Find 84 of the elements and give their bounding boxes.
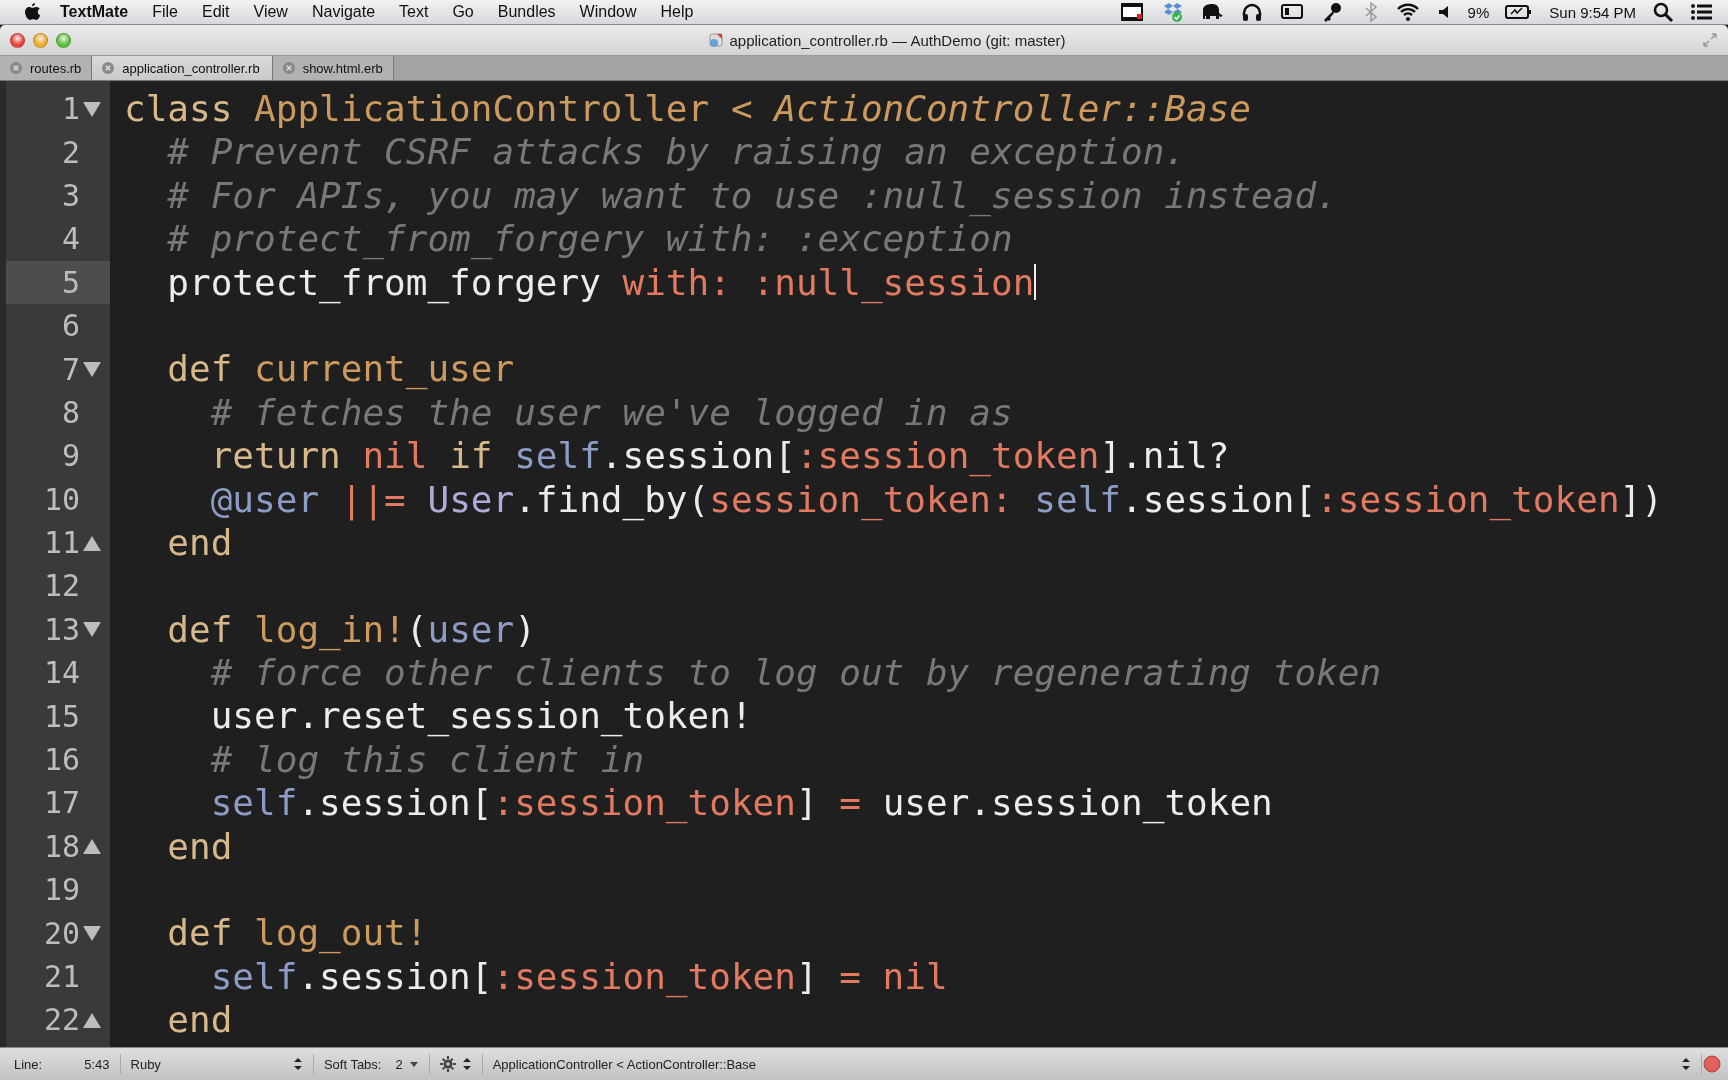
menu-item[interactable]: Help bbox=[648, 3, 706, 21]
line-number: 22 bbox=[43, 1002, 80, 1038]
line-number: 4 bbox=[61, 221, 80, 257]
line-number: 8 bbox=[61, 394, 80, 430]
menu-item[interactable]: Window bbox=[567, 3, 649, 21]
line-number: 9 bbox=[61, 438, 80, 474]
menu-item[interactable]: Edit bbox=[189, 3, 242, 21]
code-line: end bbox=[166, 998, 233, 1042]
fold-triangle-icon[interactable] bbox=[82, 360, 102, 379]
code-line: protect_from_forgery with: :null_session bbox=[166, 260, 1035, 304]
tab-size-selector[interactable]: 2 bbox=[395, 1056, 403, 1072]
file-tab[interactable]: routes.rb bbox=[0, 56, 93, 80]
symbol-selector[interactable]: ApplicationController < ActionController::Base bbox=[492, 1056, 757, 1072]
cursor-position[interactable]: 5:43 bbox=[84, 1056, 110, 1072]
window-title: application_controller.rb — AuthDemo (git: master) bbox=[729, 31, 1066, 49]
line-number: 2 bbox=[61, 134, 80, 170]
code-line: def current_user bbox=[166, 347, 515, 391]
code-line: return nil if self.session[:session_token].nil? bbox=[209, 434, 1230, 478]
line-number: 20 bbox=[43, 915, 80, 951]
file-tab[interactable]: show.html.erb bbox=[272, 56, 394, 80]
gear-icon[interactable] bbox=[439, 1056, 456, 1072]
stepper-icon[interactable] bbox=[461, 1057, 472, 1071]
code-line: # force other clients to log out by regenerating token bbox=[209, 651, 1382, 695]
code-line: # log this client in bbox=[209, 737, 645, 782]
dropdown-arrow-icon[interactable] bbox=[408, 1060, 419, 1068]
line-number: 5 bbox=[61, 264, 80, 300]
code-line: # fetches the user we've logged in as bbox=[209, 390, 1013, 435]
close-tab-icon[interactable] bbox=[10, 62, 22, 74]
zoom-window-button[interactable] bbox=[56, 32, 71, 48]
line-number: 21 bbox=[43, 959, 80, 994]
line-number: 19 bbox=[43, 872, 80, 908]
code-line: def log_in!(user) bbox=[166, 607, 536, 652]
file-tab[interactable]: application_controller.rb bbox=[92, 56, 273, 80]
menu-item[interactable]: Bundles bbox=[485, 3, 568, 21]
close-window-button[interactable] bbox=[10, 32, 25, 48]
fold-end-triangle-icon[interactable] bbox=[82, 837, 102, 856]
code-line: user.reset_session_token! bbox=[209, 694, 753, 738]
fold-triangle-icon[interactable] bbox=[82, 99, 102, 118]
menu-clock[interactable]: Sun 9:54 PM bbox=[1549, 3, 1636, 21]
line-number: 1 bbox=[61, 91, 80, 127]
wifi-icon[interactable] bbox=[1395, 1, 1420, 23]
search-icon[interactable] bbox=[1652, 1, 1674, 23]
code-line: def log_out! bbox=[166, 911, 428, 955]
line-number: 6 bbox=[61, 308, 80, 344]
list-icon[interactable] bbox=[1690, 1, 1714, 23]
app-menu[interactable]: TextMate bbox=[42, 3, 141, 21]
line-label: Line: bbox=[14, 1056, 43, 1072]
code-line: @user ||= User.find_by(session_token: self.session[:session_token]) bbox=[209, 477, 1663, 521]
menu-item[interactable]: Navigate bbox=[299, 3, 388, 21]
line-number: 11 bbox=[43, 525, 80, 561]
stepper-icon[interactable] bbox=[1681, 1057, 1691, 1071]
line-number: 18 bbox=[43, 828, 80, 864]
stepper-icon[interactable] bbox=[292, 1057, 303, 1071]
code-line: end bbox=[166, 520, 233, 565]
film-icon[interactable] bbox=[1119, 1, 1144, 23]
soft-tabs-label: Soft Tabs: bbox=[323, 1056, 382, 1072]
menu-item[interactable]: File bbox=[140, 3, 190, 21]
line-number: 12 bbox=[43, 568, 80, 604]
code-line: end bbox=[166, 824, 233, 869]
close-tab-icon[interactable] bbox=[102, 62, 115, 74]
battery-percentage: 9% bbox=[1467, 3, 1490, 21]
fold-triangle-icon[interactable] bbox=[82, 924, 102, 943]
code-line: # protect_from_forgery with: :exception bbox=[166, 217, 1013, 261]
line-number: 17 bbox=[43, 785, 80, 821]
language-selector[interactable]: Ruby bbox=[130, 1056, 161, 1072]
line-number: 10 bbox=[43, 481, 80, 517]
line-number: 3 bbox=[61, 177, 80, 213]
line-number: 7 bbox=[61, 351, 80, 387]
line-number: 14 bbox=[43, 655, 80, 691]
menu-item[interactable]: View bbox=[241, 3, 300, 21]
code-line: # For APIs, you may want to use :null_session instead. bbox=[166, 173, 1338, 218]
record-macro-icon[interactable] bbox=[1702, 1054, 1722, 1074]
fold-triangle-icon[interactable] bbox=[82, 620, 102, 639]
document-icon bbox=[707, 31, 724, 49]
code-line: # Prevent CSRF attacks by raising an exception. bbox=[166, 130, 1187, 174]
code-line: self.session[:session_token] = nil bbox=[209, 954, 948, 999]
menu-item[interactable]: Text bbox=[387, 3, 441, 21]
menu-item[interactable]: Go bbox=[440, 3, 486, 21]
code-line: class ApplicationController < ActionController::Base bbox=[124, 87, 1252, 131]
close-tab-icon[interactable] bbox=[282, 62, 295, 74]
line-number: 15 bbox=[43, 698, 80, 734]
code-line: self.session[:session_token] = user.session_token bbox=[209, 781, 1273, 825]
line-number: 16 bbox=[43, 742, 80, 778]
line-number: 13 bbox=[43, 611, 80, 647]
